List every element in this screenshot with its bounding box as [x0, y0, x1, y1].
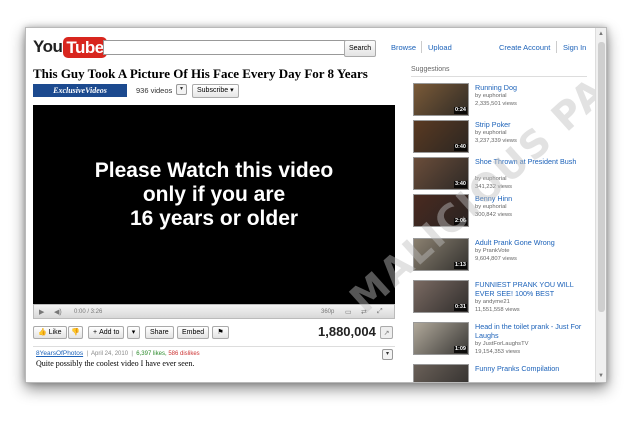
video-player[interactable]: Please Watch this video only if you are … [33, 105, 395, 304]
scroll-thumb[interactable] [598, 42, 605, 312]
divider [411, 76, 587, 77]
suggestion-views: 11,551,558 views [475, 307, 520, 313]
video-thumbnail[interactable]: 0:24 [413, 83, 469, 116]
video-description: Quite possibly the coolest video I have … [36, 359, 195, 368]
suggestion-views: 9,604,807 views [475, 256, 517, 262]
video-title: This Guy Took A Picture Of His Face Ever… [33, 66, 368, 81]
thumbnail-duration: 0:31 [453, 304, 467, 311]
suggestion-uploader[interactable]: by andyme21 [475, 299, 510, 305]
warning-line-3: 16 years or older [129, 207, 299, 230]
suggestion-title[interactable]: FUNNIEST PRANK YOU WILL EVER SEE! 100% B… [475, 280, 587, 298]
suggestion-uploader[interactable]: by euphorial [475, 93, 507, 99]
scroll-up-icon[interactable]: ▲ [597, 30, 605, 38]
upload-meta: 8YearsOfPhotos | April 24, 2010 | 6,397 … [36, 350, 200, 357]
add-to-label: Add to [99, 329, 120, 336]
account-divider [556, 41, 557, 53]
add-to-dropdown[interactable]: ▾ [127, 326, 140, 339]
player-controls: ▶ ◀) 0:00 / 3:26 360p ▭ ⇄ ⤢ [33, 304, 395, 319]
logo-tube-text: Tube [63, 36, 107, 58]
chevron-down-icon: ▾ [131, 329, 136, 336]
thumbnail-duration: 1:09 [453, 346, 467, 353]
youtube-logo[interactable]: You Tube [33, 36, 107, 58]
suggestion-item[interactable]: 0:31 FUNNIEST PRANK YOU WILL EVER SEE! 10… [413, 280, 588, 318]
warning-line-2: only if you are [142, 183, 286, 206]
search-button[interactable]: Search [344, 40, 377, 57]
suggestion-item[interactable]: Funny Pranks Compilation [413, 364, 588, 382]
sign-in-link[interactable]: Sign In [563, 43, 586, 52]
suggestion-uploader[interactable]: by JustForLaughsTV [475, 341, 529, 347]
plus-icon: + [93, 329, 98, 336]
channel-badge[interactable]: ExclusiveVideos [33, 84, 127, 97]
thumbnail-duration: 0:24 [453, 107, 467, 114]
stats-icon[interactable]: ↗ [380, 326, 393, 339]
suggestion-uploader[interactable]: by euphorial [475, 130, 507, 136]
upload-date: April 24, 2010 [91, 351, 129, 357]
uploader-link[interactable]: 8YearsOfPhotos [36, 350, 83, 357]
divider [33, 346, 395, 347]
vertical-scrollbar[interactable]: ▲ ▼ [595, 28, 606, 382]
dislike-button[interactable]: 👎 [68, 326, 83, 339]
video-count: 936 videos [136, 86, 173, 95]
browser-page: You Tube Search Browse Upload Create Acc… [25, 27, 607, 383]
expand-description-icon[interactable]: ▾ [382, 349, 393, 360]
nav-upload-link[interactable]: Upload [428, 43, 452, 52]
warning-line-1: Please Watch this video [94, 159, 334, 182]
thumbs-down-icon: 👎 [71, 329, 80, 336]
dislikes-count: 586 dislikes [168, 351, 200, 357]
likes-count: 6,397 likes, [136, 351, 167, 357]
scroll-down-icon[interactable]: ▼ [597, 372, 605, 380]
logo-you-text: You [33, 37, 63, 56]
embed-button[interactable]: Embed [177, 326, 210, 339]
flag-button[interactable]: ⚑ [212, 326, 229, 339]
channel-dropdown-icon[interactable]: ▾ [176, 84, 187, 95]
video-thumbnail[interactable]: 0:31 [413, 280, 469, 313]
suggestion-views: 2,335,501 views [475, 101, 517, 107]
suggestion-item[interactable]: 1:09 Head in the toilet prank - Just For … [413, 322, 588, 360]
video-thumbnail[interactable]: 0:40 [413, 120, 469, 153]
volume-icon[interactable]: ◀) [54, 308, 62, 316]
suggestion-uploader[interactable]: by PrankVote [475, 248, 509, 254]
suggestion-views: 19,154,353 views [475, 349, 521, 355]
subscribe-label: Subscribe [197, 87, 229, 94]
suggestion-title[interactable]: Head in the toilet prank - Just For Laug… [475, 322, 587, 340]
search-input[interactable] [103, 40, 351, 55]
play-icon[interactable]: ▶ [39, 308, 44, 316]
suggestions-heading: Suggestions [411, 66, 450, 73]
flag-icon: ⚑ [217, 329, 224, 336]
age-warning-text: Please Watch this video only if you are … [33, 159, 395, 231]
time-display: 0:00 / 3:26 [74, 309, 103, 315]
thumbnail-duration: 1:13 [453, 262, 467, 269]
add-to-button[interactable]: + Add to [88, 326, 125, 339]
like-label: Like [48, 329, 62, 336]
popout-icon[interactable]: ▭ [345, 308, 352, 316]
video-thumbnail[interactable] [413, 364, 469, 382]
view-count: 1,880,004 [318, 324, 376, 339]
create-account-link[interactable]: Create Account [499, 43, 550, 52]
subscribe-button[interactable]: Subscribe ▾ [192, 84, 239, 98]
suggestion-title[interactable]: Funny Pranks Compilation [475, 364, 587, 373]
quality-selector[interactable]: 360p [321, 309, 334, 315]
nav-divider [421, 41, 422, 53]
video-thumbnail[interactable]: 1:09 [413, 322, 469, 355]
thumbnail-duration: 0:40 [453, 144, 467, 151]
like-button[interactable]: 👍 Like [33, 326, 67, 339]
suggestion-title[interactable]: Adult Prank Gone Wrong [475, 238, 587, 247]
share-button[interactable]: Share [145, 326, 174, 339]
thumbs-up-icon: 👍 [38, 329, 47, 336]
nav-browse-link[interactable]: Browse [391, 43, 416, 52]
